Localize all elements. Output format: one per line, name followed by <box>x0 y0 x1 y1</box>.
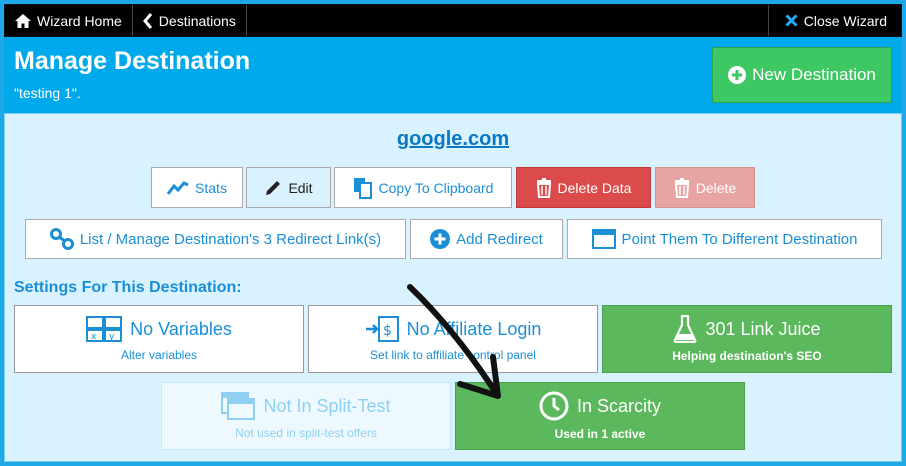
wizard-home-label: Wizard Home <box>37 12 122 29</box>
point-them-label: Point Them To Different Destination <box>621 230 858 248</box>
top-navigation-bar: Wizard Home Destinations Close Wizard <box>4 4 902 37</box>
scarcity-sub-label: Used in 1 active <box>554 427 646 441</box>
affiliate-login-setting-card[interactable]: $ No Affiliate Login Set link to affilia… <box>308 305 598 373</box>
page-title: Manage Destination <box>14 47 251 75</box>
close-wizard-link[interactable]: Close Wizard <box>767 5 901 36</box>
page-subtitle: "testing 1". <box>14 85 81 101</box>
split-test-label: Not In Split-Test <box>263 395 391 416</box>
plus-circle-icon <box>728 66 747 84</box>
split-test-setting-card[interactable]: Not In Split-Test Not used in split-test… <box>161 382 451 450</box>
variables-icon: xy <box>86 316 123 342</box>
svg-text:x: x <box>91 332 97 342</box>
stats-label: Stats <box>195 179 227 196</box>
new-destination-button[interactable]: New Destination <box>712 47 892 103</box>
variables-setting-card[interactable]: xy No Variables Alter variables <box>14 305 304 373</box>
chevron-left-icon <box>142 12 152 29</box>
window-icon <box>591 229 616 249</box>
destinations-link[interactable]: Destinations <box>133 5 247 36</box>
trash-icon <box>674 177 689 198</box>
variables-sub-label: Alter variables <box>120 348 198 362</box>
split-test-icon <box>221 392 256 420</box>
stats-icon <box>167 180 189 195</box>
clock-icon <box>539 391 569 421</box>
link-juice-label: 301 Link Juice <box>705 318 821 339</box>
list-manage-label: List / Manage Destination's 3 Redirect L… <box>79 230 382 248</box>
wizard-home-link[interactable]: Wizard Home <box>5 5 133 36</box>
link-juice-sub-label: Helping destination's SEO <box>672 349 822 363</box>
edit-button[interactable]: Edit <box>246 167 331 208</box>
add-redirect-button[interactable]: Add Redirect <box>410 219 563 259</box>
new-destination-label: New Destination <box>752 65 876 84</box>
copy-to-clipboard-button[interactable]: Copy To Clipboard <box>334 167 512 208</box>
stats-button[interactable]: Stats <box>151 167 243 208</box>
clipboard-icon <box>353 177 372 199</box>
svg-text:$: $ <box>383 323 392 339</box>
add-redirect-label: Add Redirect <box>456 230 543 248</box>
link-icon <box>49 228 74 250</box>
copy-label: Copy To Clipboard <box>378 179 494 196</box>
split-test-sub-label: Not used in split-test offers <box>235 426 377 440</box>
home-icon <box>15 13 31 28</box>
destinations-label: Destinations <box>158 12 236 29</box>
point-them-button[interactable]: Point Them To Different Destination <box>567 219 882 259</box>
list-manage-redirect-links-button[interactable]: List / Manage Destination's 3 Redirect L… <box>25 219 406 259</box>
delete-data-label: Delete Data <box>557 179 632 196</box>
affiliate-login-label: No Affiliate Login <box>406 318 542 339</box>
svg-text:y: y <box>109 332 115 342</box>
settings-section-title: Settings For This Destination: <box>14 279 242 296</box>
close-wizard-label: Close Wizard <box>803 12 887 29</box>
affiliate-login-sub-label: Set link to affiliate control panel <box>370 348 536 362</box>
scarcity-label: In Scarcity <box>576 395 662 416</box>
close-icon <box>785 14 798 27</box>
variables-label: No Variables <box>130 318 232 339</box>
delete-label: Delete <box>695 179 737 196</box>
plus-circle-icon <box>430 229 451 249</box>
flask-icon <box>674 315 697 343</box>
delete-button[interactable]: Delete <box>655 167 755 208</box>
trash-icon <box>536 177 551 198</box>
pencil-icon <box>266 180 281 195</box>
link-juice-setting-card[interactable]: 301 Link Juice Helping destination's SEO <box>602 305 892 373</box>
destination-panel: google.com Stats Edit Copy To Clipboard … <box>4 113 902 462</box>
destination-domain-link[interactable]: google.com <box>5 128 901 151</box>
dollar-login-icon: $ <box>365 316 399 342</box>
scarcity-setting-card[interactable]: In Scarcity Used in 1 active <box>455 382 745 450</box>
edit-label: Edit <box>288 179 313 196</box>
page-header: Manage Destination "testing 1". New Dest… <box>4 37 902 113</box>
delete-data-button[interactable]: Delete Data <box>516 167 651 208</box>
